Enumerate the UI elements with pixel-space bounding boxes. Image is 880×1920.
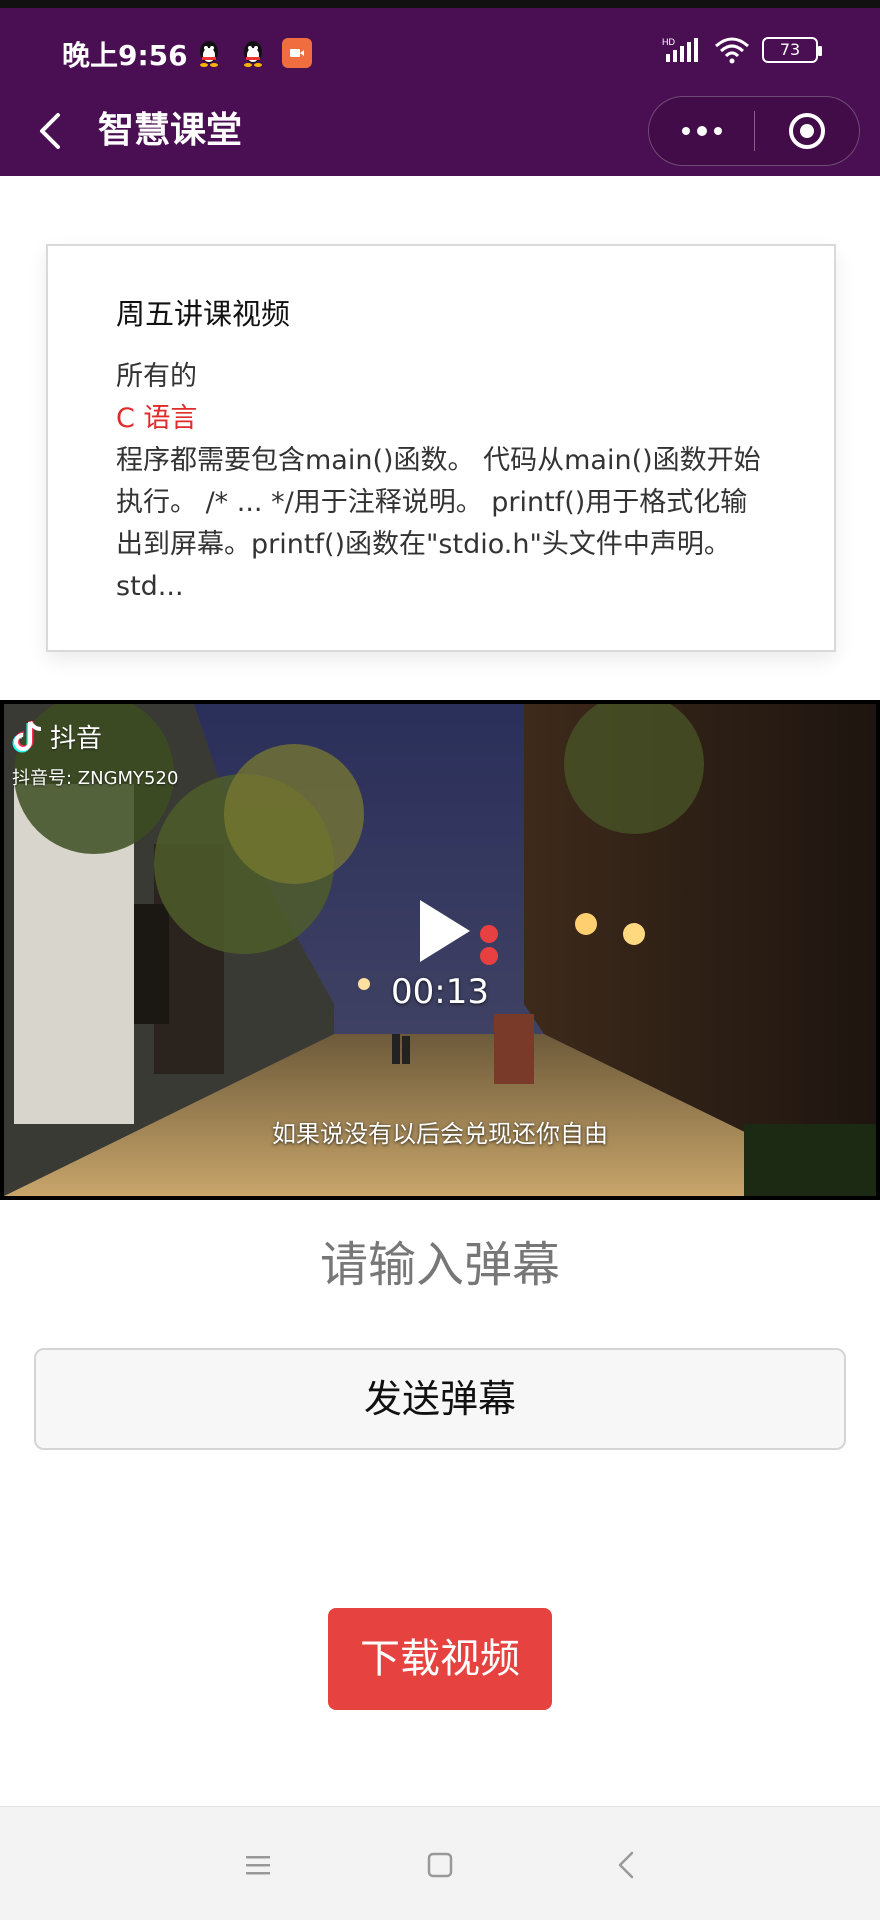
play-button[interactable] (414, 896, 474, 966)
back-button[interactable] (28, 106, 72, 156)
page-title: 智慧课堂 (98, 110, 243, 151)
lesson-card: 周五讲课视频 所有的 C 语言 程序都需要包含main()函数。 代码从main… (46, 244, 836, 652)
back-triangle-icon (618, 1851, 634, 1879)
qq-icon (238, 38, 268, 68)
home-button[interactable] (418, 1843, 462, 1887)
tiktok-icon (12, 720, 42, 752)
top-bar: 晚上9:56 HD 73 智慧课堂 (0, 0, 880, 176)
svg-text:HD: HD (662, 37, 675, 47)
menu-icon (246, 1856, 270, 1875)
back-nav-button[interactable] (604, 1843, 648, 1887)
tiktok-id: 抖音号: ZNGMY520 (12, 768, 179, 789)
play-icon (420, 900, 470, 962)
close-button[interactable] (755, 111, 859, 151)
video-time: 00:13 (391, 972, 489, 1012)
screen-record-icon (282, 38, 312, 68)
tiktok-logo: 抖音 (12, 718, 102, 755)
status-time: 晚上9:56 (62, 39, 188, 72)
more-dots-icon (681, 126, 722, 136)
home-square-icon (427, 1852, 453, 1878)
more-button[interactable] (649, 125, 754, 137)
back-icon (40, 113, 60, 149)
lesson-line: 所有的 (116, 361, 197, 392)
lesson-highlight: C 语言 (116, 403, 198, 434)
battery-icon: 73 (762, 37, 822, 63)
download-video-button[interactable]: 下载视频 (328, 1608, 552, 1710)
send-danmu-button[interactable]: 发送弹幕 (34, 1348, 846, 1450)
lesson-body: 程序都需要包含main()函数。 代码从main()函数开始执行。 /* ...… (116, 445, 761, 602)
system-nav-bar (0, 1806, 880, 1920)
video-player[interactable]: 抖音 抖音号: ZNGMY520 00:13 如果说没有以后会兑现还你自由 (0, 700, 880, 1200)
danmu-input[interactable] (0, 1230, 880, 1300)
status-notification-icons (194, 38, 312, 68)
video-subtitle: 如果说没有以后会兑现还你自由 (272, 1120, 608, 1148)
status-right-icons: HD 73 (662, 36, 822, 64)
close-target-icon (789, 113, 825, 149)
tiktok-name: 抖音 (50, 724, 103, 754)
mini-program-capsule (648, 96, 860, 166)
lesson-title: 周五讲课视频 (116, 297, 291, 331)
wifi-icon (715, 37, 749, 64)
qq-icon (194, 38, 224, 68)
hd-signal-icon: HD (662, 37, 698, 62)
menu-button[interactable] (236, 1843, 280, 1887)
